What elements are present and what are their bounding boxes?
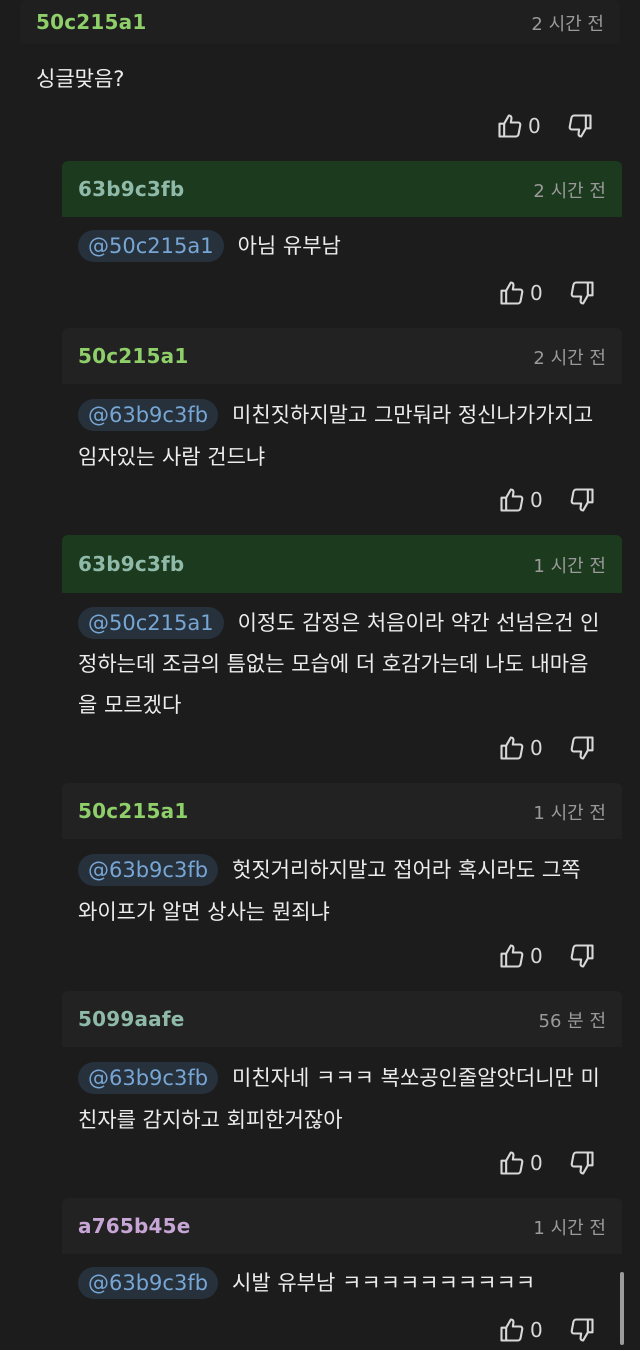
comment-time: 2 시간 전: [531, 14, 604, 35]
comment-header: 50c215a1 2 시간 전: [62, 328, 622, 384]
thumbs-up-icon[interactable]: [498, 1316, 526, 1344]
comment-text: 시발 유부남 ㅋㅋㅋㅋㅋㅋㅋㅋㅋㅋ: [232, 1271, 536, 1295]
mention-tag[interactable]: @50c215a1: [78, 230, 224, 262]
reply-comment: 50c215a1 2 시간 전 @63b9c3fb 미친짓하지말고 그만둬라 정신…: [62, 328, 622, 528]
like-count: 0: [530, 736, 543, 760]
mention-tag[interactable]: @63b9c3fb: [78, 1267, 219, 1299]
thumbs-up-icon[interactable]: [498, 734, 526, 762]
comment-actions: 0: [498, 936, 608, 976]
comment-time: 56 분 전: [538, 1011, 606, 1032]
comment-author[interactable]: 63b9c3fb: [78, 552, 184, 576]
thumbs-down-icon[interactable]: [568, 1316, 596, 1344]
thumbs-up-icon[interactable]: [496, 112, 524, 140]
reply-comment: 63b9c3fb 1 시간 전 @50c215a1 이정도 감정은 처음이라 약간…: [62, 535, 622, 775]
comment-text: 아님 유부남: [237, 234, 341, 258]
like-count: 0: [530, 1318, 543, 1342]
scrollbar[interactable]: [620, 1272, 624, 1345]
reply-comment: 5099aafe 56 분 전 @63b9c3fb 미친자네 ㅋㅋㅋ 복쏘공인줄알…: [62, 991, 622, 1191]
comment-body: @63b9c3fb 미친자네 ㅋㅋㅋ 복쏘공인줄알앗더니만 미친자를 감지하고 회…: [62, 1057, 622, 1141]
comment-actions: 0: [498, 728, 608, 768]
comment-actions: 0: [498, 1143, 608, 1183]
comment-header: 50c215a1 1 시간 전: [62, 783, 622, 839]
comment-author[interactable]: 50c215a1: [78, 799, 188, 823]
like-count: 0: [528, 114, 541, 138]
comment-header: 50c215a1 2 시간 전: [20, 0, 620, 44]
comment-header: a765b45e 1 시간 전: [62, 1198, 622, 1254]
like-count: 0: [530, 1151, 543, 1175]
thumbs-down-icon[interactable]: [568, 486, 596, 514]
thumbs-down-icon[interactable]: [568, 279, 596, 307]
reply-comment: a765b45e 1 시간 전 @63b9c3fb 시발 유부남 ㅋㅋㅋㅋㅋㅋㅋㅋ…: [62, 1198, 622, 1345]
comment-author[interactable]: 63b9c3fb: [78, 177, 184, 201]
thumbs-up-icon[interactable]: [498, 942, 526, 970]
thumbs-down-icon[interactable]: [568, 1149, 596, 1177]
comment-time: 1 시간 전: [533, 556, 606, 577]
like-count: 0: [530, 281, 543, 305]
comment-actions: 0: [498, 273, 608, 313]
thumbs-down-icon[interactable]: [568, 942, 596, 970]
comment-body: @63b9c3fb 시발 유부남 ㅋㅋㅋㅋㅋㅋㅋㅋㅋㅋ: [62, 1264, 622, 1303]
thumbs-down-icon[interactable]: [566, 112, 594, 140]
comment-body: @50c215a1 아님 유부남: [62, 227, 622, 266]
comment-actions: 0: [498, 1310, 608, 1350]
comment-actions: 0: [496, 106, 606, 146]
mention-tag[interactable]: @63b9c3fb: [78, 399, 219, 431]
like-count: 0: [530, 488, 543, 512]
comment-time: 2 시간 전: [533, 348, 606, 369]
comment-author[interactable]: 50c215a1: [36, 10, 146, 34]
comment-header: 63b9c3fb 1 시간 전: [62, 535, 622, 593]
comment-time: 2 시간 전: [533, 181, 606, 202]
thumbs-up-icon[interactable]: [498, 1149, 526, 1177]
comment: 50c215a1 2 시간 전 싱글맞음? 0: [20, 0, 620, 168]
mention-tag[interactable]: @63b9c3fb: [78, 854, 219, 886]
comment-time: 1 시간 전: [533, 803, 606, 824]
comment-author[interactable]: 5099aafe: [78, 1007, 185, 1031]
thumbs-down-icon[interactable]: [568, 734, 596, 762]
thumbs-up-icon[interactable]: [498, 486, 526, 514]
comment-body: 싱글맞음?: [36, 67, 125, 91]
comment-author[interactable]: a765b45e: [78, 1214, 191, 1238]
mention-tag[interactable]: @50c215a1: [78, 607, 224, 639]
thumbs-up-icon[interactable]: [498, 279, 526, 307]
comment-actions: 0: [498, 480, 608, 520]
comment-body: @50c215a1 이정도 감정은 처음이라 약간 선넘은건 인정하는데 조금의 …: [62, 603, 622, 726]
comment-time: 1 시간 전: [533, 1218, 606, 1239]
comment-author[interactable]: 50c215a1: [78, 344, 188, 368]
comment-header: 63b9c3fb 2 시간 전: [62, 161, 622, 217]
like-count: 0: [530, 944, 543, 968]
comment-body: @63b9c3fb 미친짓하지말고 그만둬라 정신나가가지고 임자있는 사람 건드…: [62, 394, 622, 478]
comment-body: @63b9c3fb 헛짓거리하지말고 접어라 혹시라도 그쪽 와이프가 알면 상사…: [62, 849, 622, 933]
reply-comment: 50c215a1 1 시간 전 @63b9c3fb 헛짓거리하지말고 접어라 혹시…: [62, 783, 622, 983]
mention-tag[interactable]: @63b9c3fb: [78, 1062, 219, 1094]
reply-comment: 63b9c3fb 2 시간 전 @50c215a1 아님 유부남 0: [62, 161, 622, 323]
comment-header: 5099aafe 56 분 전: [62, 991, 622, 1047]
